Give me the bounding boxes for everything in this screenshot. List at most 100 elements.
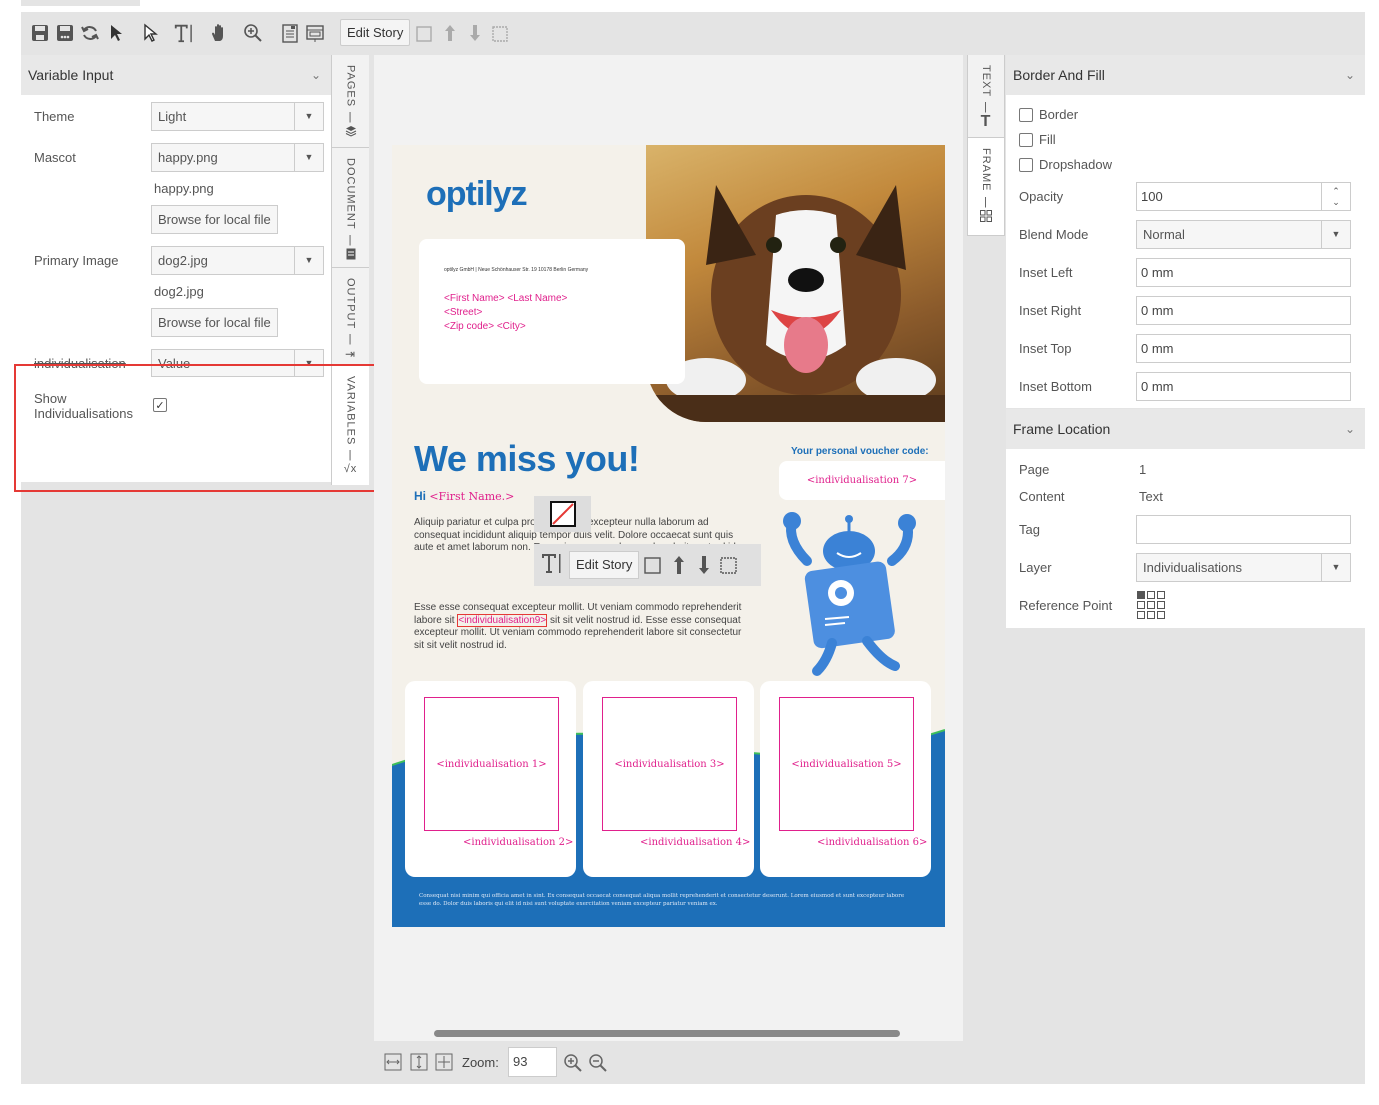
dropdown-arrow-icon: ▼ bbox=[294, 247, 323, 274]
inset-bottom-label: Inset Bottom bbox=[1019, 379, 1092, 394]
greeting-hi: Hi bbox=[414, 489, 426, 503]
zoom-in-icon[interactable] bbox=[563, 1053, 583, 1076]
layers-icon bbox=[345, 125, 357, 140]
tab-frame[interactable]: FRAME | bbox=[967, 138, 1005, 236]
individualisation-5-frame[interactable]: <individualisation 5> bbox=[779, 697, 914, 831]
frame-back-icon[interactable] bbox=[720, 555, 738, 578]
individualisation-card-3: <individualisation 5> <individualisation… bbox=[760, 681, 931, 877]
variable-input-header[interactable]: Variable Input ⌄ bbox=[21, 55, 331, 95]
zoom-tool-icon[interactable] bbox=[242, 20, 264, 46]
arrow-up-icon[interactable] bbox=[671, 555, 687, 578]
save-as-icon[interactable] bbox=[54, 20, 76, 46]
inset-left-label: Inset Left bbox=[1019, 265, 1073, 280]
mascot-value: happy.png bbox=[158, 150, 218, 165]
individualisation-4-label[interactable]: <individualisation 4> bbox=[640, 837, 750, 848]
blend-mode-value: Normal bbox=[1143, 227, 1185, 242]
edit-story-button-floating[interactable]: Edit Story bbox=[569, 551, 640, 579]
browse-mascot-button[interactable]: Browse for local file bbox=[151, 205, 278, 234]
horizontal-scrollbar[interactable] bbox=[434, 1030, 900, 1037]
zoom-out-icon[interactable] bbox=[588, 1053, 608, 1076]
theme-select[interactable]: Light ▼ bbox=[151, 102, 324, 131]
dog-photo bbox=[646, 145, 945, 422]
border-fill-header[interactable]: Border And Fill ⌄ bbox=[1006, 55, 1365, 95]
greeting-name: <First Name.> bbox=[429, 490, 515, 503]
tab-output[interactable]: OUTPUT | ⇥ bbox=[331, 268, 369, 366]
main-toolbar: Edit Story bbox=[21, 12, 1365, 55]
arrow-up-icon[interactable] bbox=[439, 20, 461, 46]
select-arrow-icon[interactable] bbox=[105, 20, 127, 46]
text-icon: T bbox=[980, 113, 992, 131]
mascot-label: Mascot bbox=[34, 150, 76, 165]
sender-line: optilyz GmbH | Neue Schönhauser Str. 19 … bbox=[444, 267, 589, 273]
individualisation-6-label[interactable]: <individualisation 6> bbox=[817, 837, 927, 848]
save-icon[interactable] bbox=[29, 20, 51, 46]
browse-primary-button[interactable]: Browse for local file bbox=[151, 308, 278, 337]
fit-page-icon[interactable] bbox=[435, 1053, 453, 1074]
tab-pages-label: PAGES bbox=[344, 65, 357, 108]
individualisation-card-1: <individualisation 1> <individualisation… bbox=[405, 681, 576, 877]
frame-location-header[interactable]: Frame Location ⌄ bbox=[1006, 409, 1365, 449]
fit-width-icon[interactable] bbox=[384, 1053, 402, 1074]
primary-image-label: Primary Image bbox=[34, 253, 119, 268]
tab-document[interactable]: DOCUMENT | bbox=[331, 148, 369, 268]
address-street: <Street> bbox=[444, 307, 483, 318]
content-value: Text bbox=[1139, 489, 1163, 504]
dropdown-arrow-icon: ▼ bbox=[294, 144, 323, 171]
inset-right-input[interactable]: 0 mm bbox=[1136, 296, 1351, 325]
document-icon[interactable] bbox=[279, 20, 301, 46]
opacity-input[interactable]: 100 ⌃ ⌄ bbox=[1136, 182, 1351, 211]
primary-image-value: dog2.jpg bbox=[158, 253, 208, 268]
tab-document-label: DOCUMENT bbox=[344, 158, 357, 230]
content-label: Content bbox=[1019, 489, 1065, 504]
optilyz-logo: optilyz bbox=[426, 175, 528, 213]
tab-pages[interactable]: PAGES | bbox=[331, 55, 369, 148]
inset-right-label: Inset Right bbox=[1019, 303, 1082, 318]
frame-front-icon[interactable] bbox=[644, 555, 662, 578]
preview-icon[interactable] bbox=[304, 20, 326, 46]
layer-select[interactable]: Individualisations ▼ bbox=[1136, 553, 1351, 582]
direct-select-icon[interactable] bbox=[139, 20, 161, 46]
refresh-icon[interactable] bbox=[79, 20, 101, 46]
robot-mascot bbox=[777, 511, 922, 681]
arrow-down-icon[interactable] bbox=[696, 555, 712, 578]
mascot-select[interactable]: happy.png ▼ bbox=[151, 143, 324, 172]
theme-label: Theme bbox=[34, 109, 75, 124]
primary-image-select[interactable]: dog2.jpg ▼ bbox=[151, 246, 324, 275]
dropdown-arrow-icon: ▼ bbox=[294, 103, 323, 130]
reference-point-grid-icon[interactable] bbox=[1137, 591, 1167, 624]
border-checkbox[interactable] bbox=[1019, 108, 1033, 122]
body-paragraph-2: Esse esse consequat excepteur mollit. Ut… bbox=[414, 602, 744, 652]
zoom-input[interactable]: 93 bbox=[508, 1047, 557, 1077]
blend-mode-label: Blend Mode bbox=[1019, 227, 1089, 242]
chevron-down-icon: ⌄ bbox=[310, 68, 321, 82]
tag-input[interactable] bbox=[1136, 515, 1351, 544]
arrow-down-icon[interactable] bbox=[464, 20, 486, 46]
opacity-stepper[interactable]: ⌃ ⌄ bbox=[1321, 183, 1350, 210]
border-fill-title: Border And Fill bbox=[1013, 67, 1105, 83]
tag-label: Tag bbox=[1019, 522, 1040, 537]
individualisation9-tag[interactable]: <individualisation9> bbox=[457, 613, 548, 627]
text-tool-icon[interactable] bbox=[540, 552, 564, 577]
voucher-title: Your personal voucher code: bbox=[791, 446, 929, 457]
variable-input-title: Variable Input bbox=[28, 67, 114, 83]
edit-story-button[interactable]: Edit Story bbox=[340, 19, 411, 46]
fit-height-icon[interactable] bbox=[410, 1053, 428, 1074]
frame-back-icon[interactable] bbox=[489, 20, 511, 46]
fill-checkbox[interactable] bbox=[1019, 133, 1033, 147]
text-tool-icon[interactable] bbox=[173, 20, 195, 46]
individualisation-2-label[interactable]: <individualisation 2> bbox=[463, 837, 573, 848]
chevron-down-icon: ⌄ bbox=[1344, 422, 1355, 436]
dropshadow-label: Dropshadow bbox=[1039, 157, 1112, 172]
missing-image-icon[interactable] bbox=[534, 496, 591, 532]
inset-top-input[interactable]: 0 mm bbox=[1136, 334, 1351, 363]
inset-bottom-input[interactable]: 0 mm bbox=[1136, 372, 1351, 401]
hand-tool-icon[interactable] bbox=[208, 20, 230, 46]
inset-left-input[interactable]: 0 mm bbox=[1136, 258, 1351, 287]
blend-mode-select[interactable]: Normal ▼ bbox=[1136, 220, 1351, 249]
individualisation-1-frame[interactable]: <individualisation 1> bbox=[424, 697, 559, 831]
dropdown-arrow-icon: ▼ bbox=[1321, 221, 1350, 248]
individualisation-3-frame[interactable]: <individualisation 3> bbox=[602, 697, 737, 831]
dropshadow-checkbox[interactable] bbox=[1019, 158, 1033, 172]
tab-text[interactable]: TEXT | T bbox=[967, 55, 1005, 138]
frame-front-icon[interactable] bbox=[413, 20, 435, 46]
